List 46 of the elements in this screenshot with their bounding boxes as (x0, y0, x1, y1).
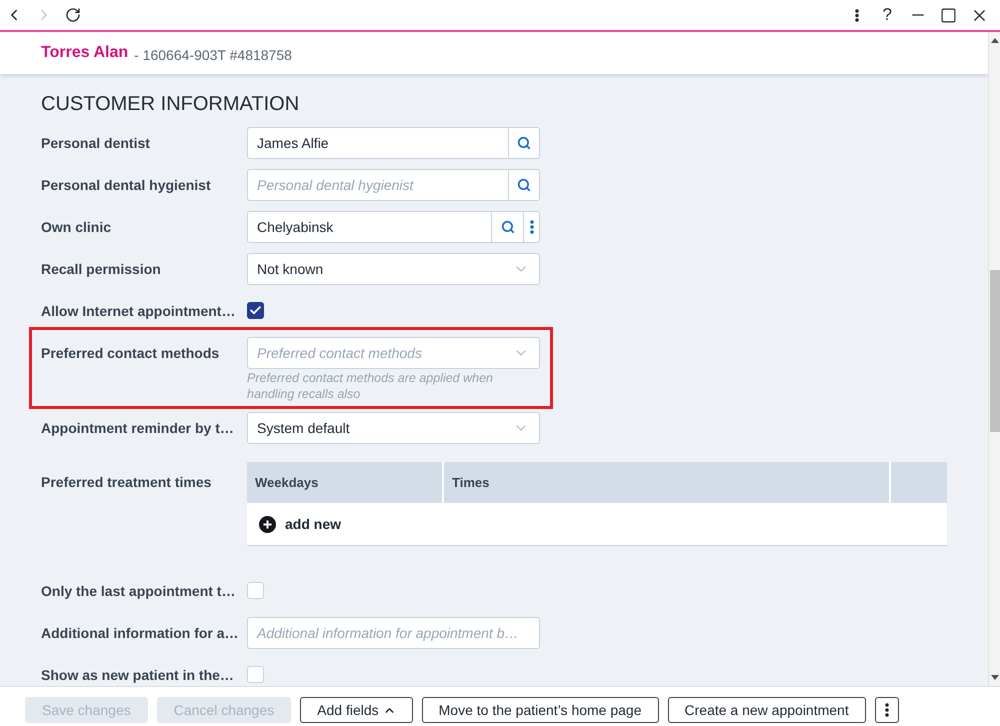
input-field[interactable]: James Alfie (247, 127, 509, 159)
column-header: Times (444, 462, 891, 503)
section-title: CUSTOMER INFORMATION (41, 92, 300, 116)
search-icon (517, 136, 531, 150)
scroll-up-icon[interactable] (990, 38, 998, 43)
dropdown-field[interactable]: Not known (247, 253, 540, 285)
help-button[interactable]: ? (878, 6, 896, 24)
more-button[interactable] (874, 697, 899, 723)
kebab-icon[interactable] (854, 8, 859, 22)
input-field[interactable]: Personal dental hygienist (247, 169, 509, 201)
field-label: Additional information for a… (41, 624, 239, 643)
input-field[interactable]: Chelyabinsk (247, 211, 492, 243)
kebab-icon (530, 220, 534, 234)
patient-record: - 160664-903T #4818758 (134, 47, 292, 63)
add-new-button[interactable]: add new (259, 516, 342, 532)
reload-icon[interactable] (65, 7, 81, 23)
field-label: Show as new patient in the… (41, 666, 234, 685)
field-hint: Preferred contact methods are applied when handling recalls also (247, 370, 494, 402)
field-label: Appointment reminder by t… (41, 419, 234, 438)
scroll-down-icon[interactable] (990, 675, 998, 680)
field-label: Recall permission (41, 260, 161, 279)
kebab-icon (884, 703, 889, 717)
field-label: Personal dental hygienist (41, 176, 211, 195)
field-label: Personal dentist (41, 134, 150, 153)
field-label: Only the last appointment t… (41, 582, 236, 601)
dropdown-button[interactable]: Add fields (300, 697, 413, 723)
scrollbar[interactable] (988, 32, 1000, 686)
dropdown-field[interactable]: System default (247, 412, 540, 444)
search-icon (517, 178, 531, 192)
search-button[interactable] (492, 211, 524, 243)
field-label: Own clinic (41, 218, 112, 237)
checkbox[interactable] (247, 302, 264, 319)
search-button[interactable] (509, 127, 540, 159)
field-label: Preferred treatment times (41, 473, 212, 492)
search-icon (500, 220, 514, 234)
field-label: Preferred contact methods (41, 344, 220, 363)
patient-name: Torres Alan (41, 44, 128, 62)
maximize-icon[interactable] (940, 6, 957, 24)
field-label: Allow Internet appointment… (41, 302, 236, 321)
checkmark-icon (249, 304, 262, 317)
action-button[interactable]: Create a new appointment (668, 697, 866, 723)
action-button[interactable]: Move to the patient’s home page (422, 697, 659, 723)
scrollbar-thumb[interactable] (990, 270, 1000, 432)
plus-circle-icon (259, 516, 276, 532)
column-header: Weekdays (247, 462, 444, 503)
search-button[interactable] (509, 169, 540, 201)
